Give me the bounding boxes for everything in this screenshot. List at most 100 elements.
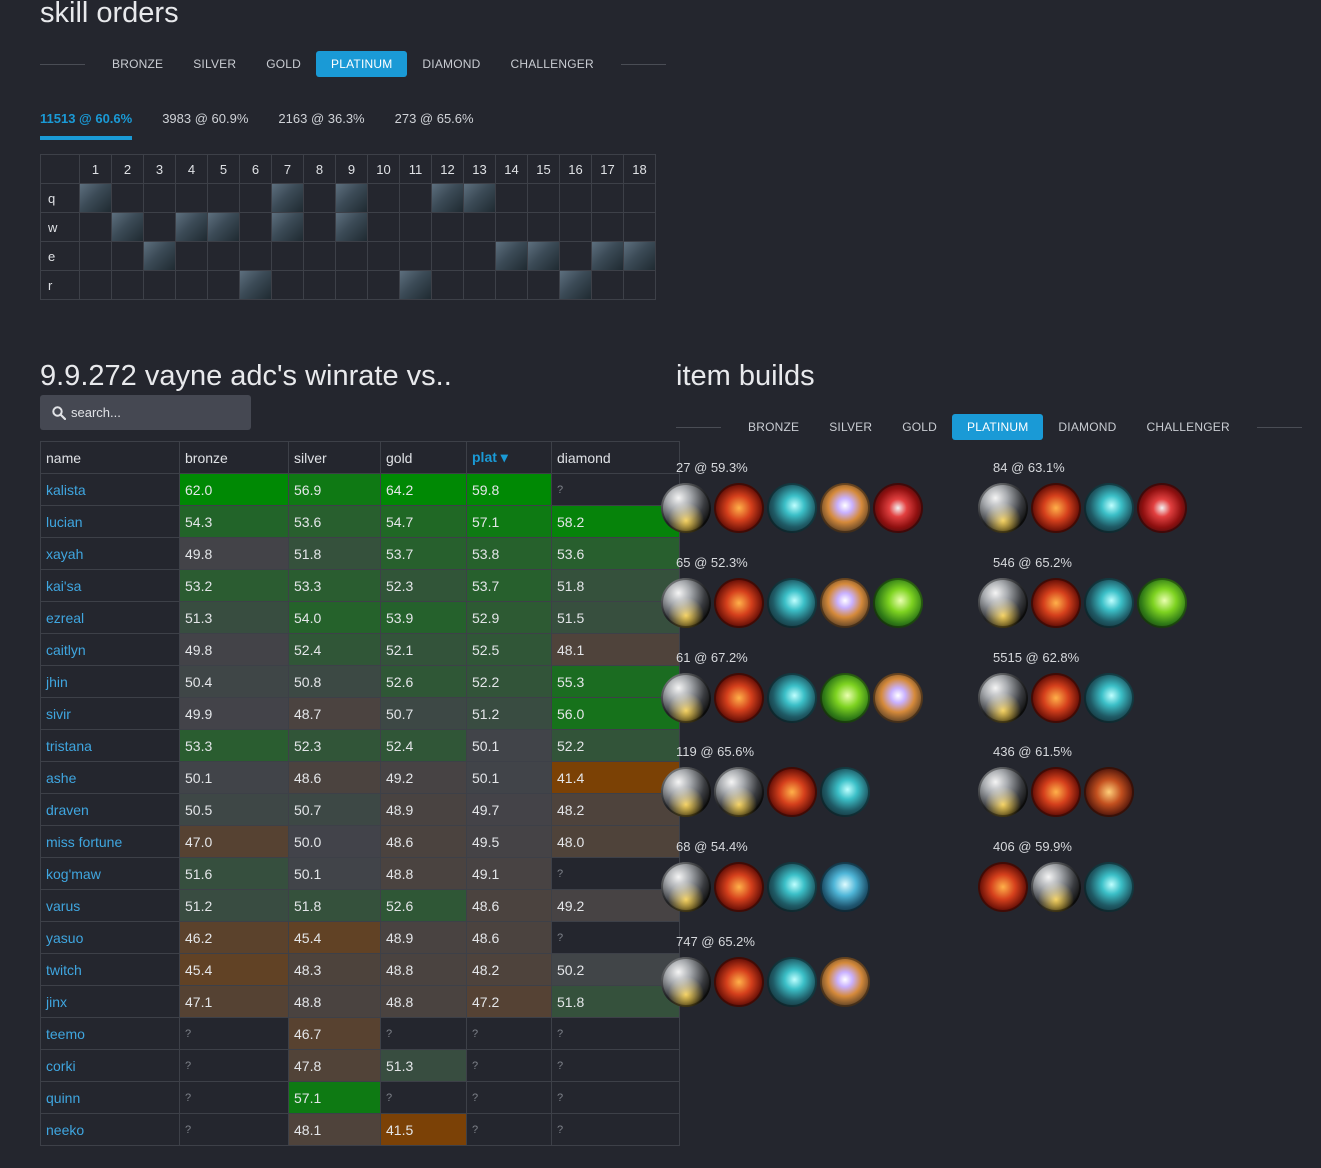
skill-cell: [239, 212, 272, 242]
skill-cell: [175, 212, 208, 242]
winrate-cell: 48.6: [466, 921, 552, 954]
winrate-cell: 52.4: [380, 729, 467, 762]
column-header-bronze[interactable]: bronze: [179, 441, 289, 474]
winrate-cell: 64.2: [380, 473, 467, 506]
champion-link[interactable]: tristana: [40, 729, 180, 762]
tier-bronze[interactable]: BRONZE: [97, 51, 178, 77]
skill-cell: [111, 241, 144, 271]
winrate-cell: 48.6: [466, 889, 552, 922]
table-row: neeko? 48.1 41.5??: [40, 1113, 680, 1146]
table-row: twitch 45.4 48.3 48.8 48.2 50.2: [40, 953, 680, 986]
table-row: ashe 50.1 48.6 49.2 50.1 41.4: [40, 761, 680, 794]
table-row: jhin 50.4 50.8 52.6 52.2 55.3: [40, 665, 680, 698]
winrate-cell: 53.7: [380, 537, 467, 570]
skill-cell: [431, 183, 464, 213]
skill-cell: [335, 270, 368, 300]
champion-link[interactable]: kalista: [40, 473, 180, 506]
skill-cell: [527, 241, 560, 271]
skill-order-tab[interactable]: 2163 @ 36.3%: [278, 111, 364, 140]
winrate-header-row: name bronze silver gold plat ▾ diamond: [40, 441, 680, 474]
winrate-cell: ?: [380, 1081, 467, 1114]
tier-gold[interactable]: GOLD: [887, 414, 952, 440]
tier-diamond[interactable]: DIAMOND: [407, 51, 495, 77]
skill-point: [144, 242, 175, 270]
champion-link[interactable]: sivir: [40, 697, 180, 730]
item-build-tier-selector: BRONZE SILVER GOLD PLATINUM DIAMOND CHALLENGE…: [676, 414, 1302, 440]
champion-link[interactable]: caitlyn: [40, 633, 180, 666]
tier-silver[interactable]: SILVER: [814, 414, 887, 440]
skill-point: [592, 242, 623, 270]
skill-cell: [79, 241, 112, 271]
skill-point: [240, 271, 271, 299]
skill-point: [176, 213, 207, 241]
skill-order-tab[interactable]: 11513 @ 60.6%: [40, 111, 133, 140]
skill-cell: [559, 270, 592, 300]
column-header-silver[interactable]: silver: [288, 441, 381, 474]
champion-link[interactable]: draven: [40, 793, 180, 826]
build-label: 84 @ 63.1%: [993, 460, 1065, 475]
skill-order-tab[interactable]: 3983 @ 60.9%: [162, 111, 248, 140]
champion-link[interactable]: twitch: [40, 953, 180, 986]
column-header-gold[interactable]: gold: [380, 441, 467, 474]
skill-cell: [431, 241, 464, 271]
build-label: 546 @ 65.2%: [993, 554, 1072, 570]
tier-divider: [676, 426, 721, 428]
skill-cell: [207, 212, 240, 242]
champion-link[interactable]: quinn: [40, 1081, 180, 1114]
column-header-plat[interactable]: plat ▾: [466, 441, 552, 474]
level-header: 15: [527, 154, 560, 184]
item-blade-icon: [714, 483, 764, 533]
item-blade-icon: [978, 862, 1028, 913]
tier-challenger[interactable]: CHALLENGER: [496, 51, 609, 77]
column-header-name[interactable]: name: [40, 441, 180, 474]
winrate-cell: 50.1: [466, 761, 552, 794]
tier-silver[interactable]: SILVER: [178, 51, 251, 77]
item-builds-title: item builds: [676, 360, 815, 392]
skill-key: q: [40, 183, 80, 213]
skill-row-q: q: [40, 183, 656, 213]
skill-order-tab[interactable]: 273 @ 65.6%: [395, 111, 474, 140]
tier-platinum[interactable]: PLATINUM: [952, 414, 1044, 440]
skill-cell: [335, 183, 368, 213]
search-input[interactable]: [66, 404, 243, 421]
tier-challenger[interactable]: CHALLENGER: [1132, 414, 1245, 440]
item-build: 546 @ 65.2%: [978, 555, 1190, 628]
champion-link[interactable]: ezreal: [40, 601, 180, 634]
winrate-cell: ?: [380, 1017, 467, 1050]
champion-link[interactable]: neeko: [40, 1113, 180, 1146]
tier-bronze[interactable]: BRONZE: [733, 414, 814, 440]
skill-cell: [367, 183, 400, 213]
champion-link[interactable]: ashe: [40, 761, 180, 794]
table-row: yasuo 46.2 45.4 48.9 48.6?: [40, 921, 680, 954]
champion-link[interactable]: jinx: [40, 985, 180, 1018]
winrate-cell: 51.2: [466, 697, 552, 730]
champion-link[interactable]: lucian: [40, 505, 180, 538]
tier-diamond[interactable]: DIAMOND: [1043, 414, 1131, 440]
winrate-cell: 53.9: [380, 601, 467, 634]
winrate-cell: 49.8: [179, 633, 289, 666]
champion-link[interactable]: corki: [40, 1049, 180, 1082]
skill-cell: [303, 270, 336, 300]
champion-link[interactable]: yasuo: [40, 921, 180, 954]
champion-link[interactable]: teemo: [40, 1017, 180, 1050]
table-row: kai'sa 53.2 53.3 52.3 53.7 51.8: [40, 569, 680, 602]
build-label: 119 @ 65.6%: [676, 744, 755, 760]
champion-link[interactable]: miss fortune: [40, 825, 180, 858]
champion-link[interactable]: varus: [40, 889, 180, 922]
champion-link[interactable]: xayah: [40, 537, 180, 570]
item-ie-icon: [873, 672, 923, 723]
champion-link[interactable]: jhin: [40, 665, 180, 698]
winrate-cell: 49.5: [466, 825, 552, 858]
level-header: 14: [495, 154, 528, 184]
build-label: 68 @ 54.4%: [676, 839, 748, 855]
champion-link[interactable]: kai'sa: [40, 569, 180, 602]
skill-point: [112, 213, 143, 241]
tier-platinum[interactable]: PLATINUM: [316, 51, 408, 77]
tier-gold[interactable]: GOLD: [251, 51, 316, 77]
skill-cell: [399, 241, 432, 271]
item-gun-icon: [1084, 767, 1134, 818]
winrate-cell: 50.1: [466, 729, 552, 762]
champion-link[interactable]: kog'maw: [40, 857, 180, 890]
build-items: [978, 577, 1190, 628]
skill-row-w: w: [40, 212, 656, 242]
